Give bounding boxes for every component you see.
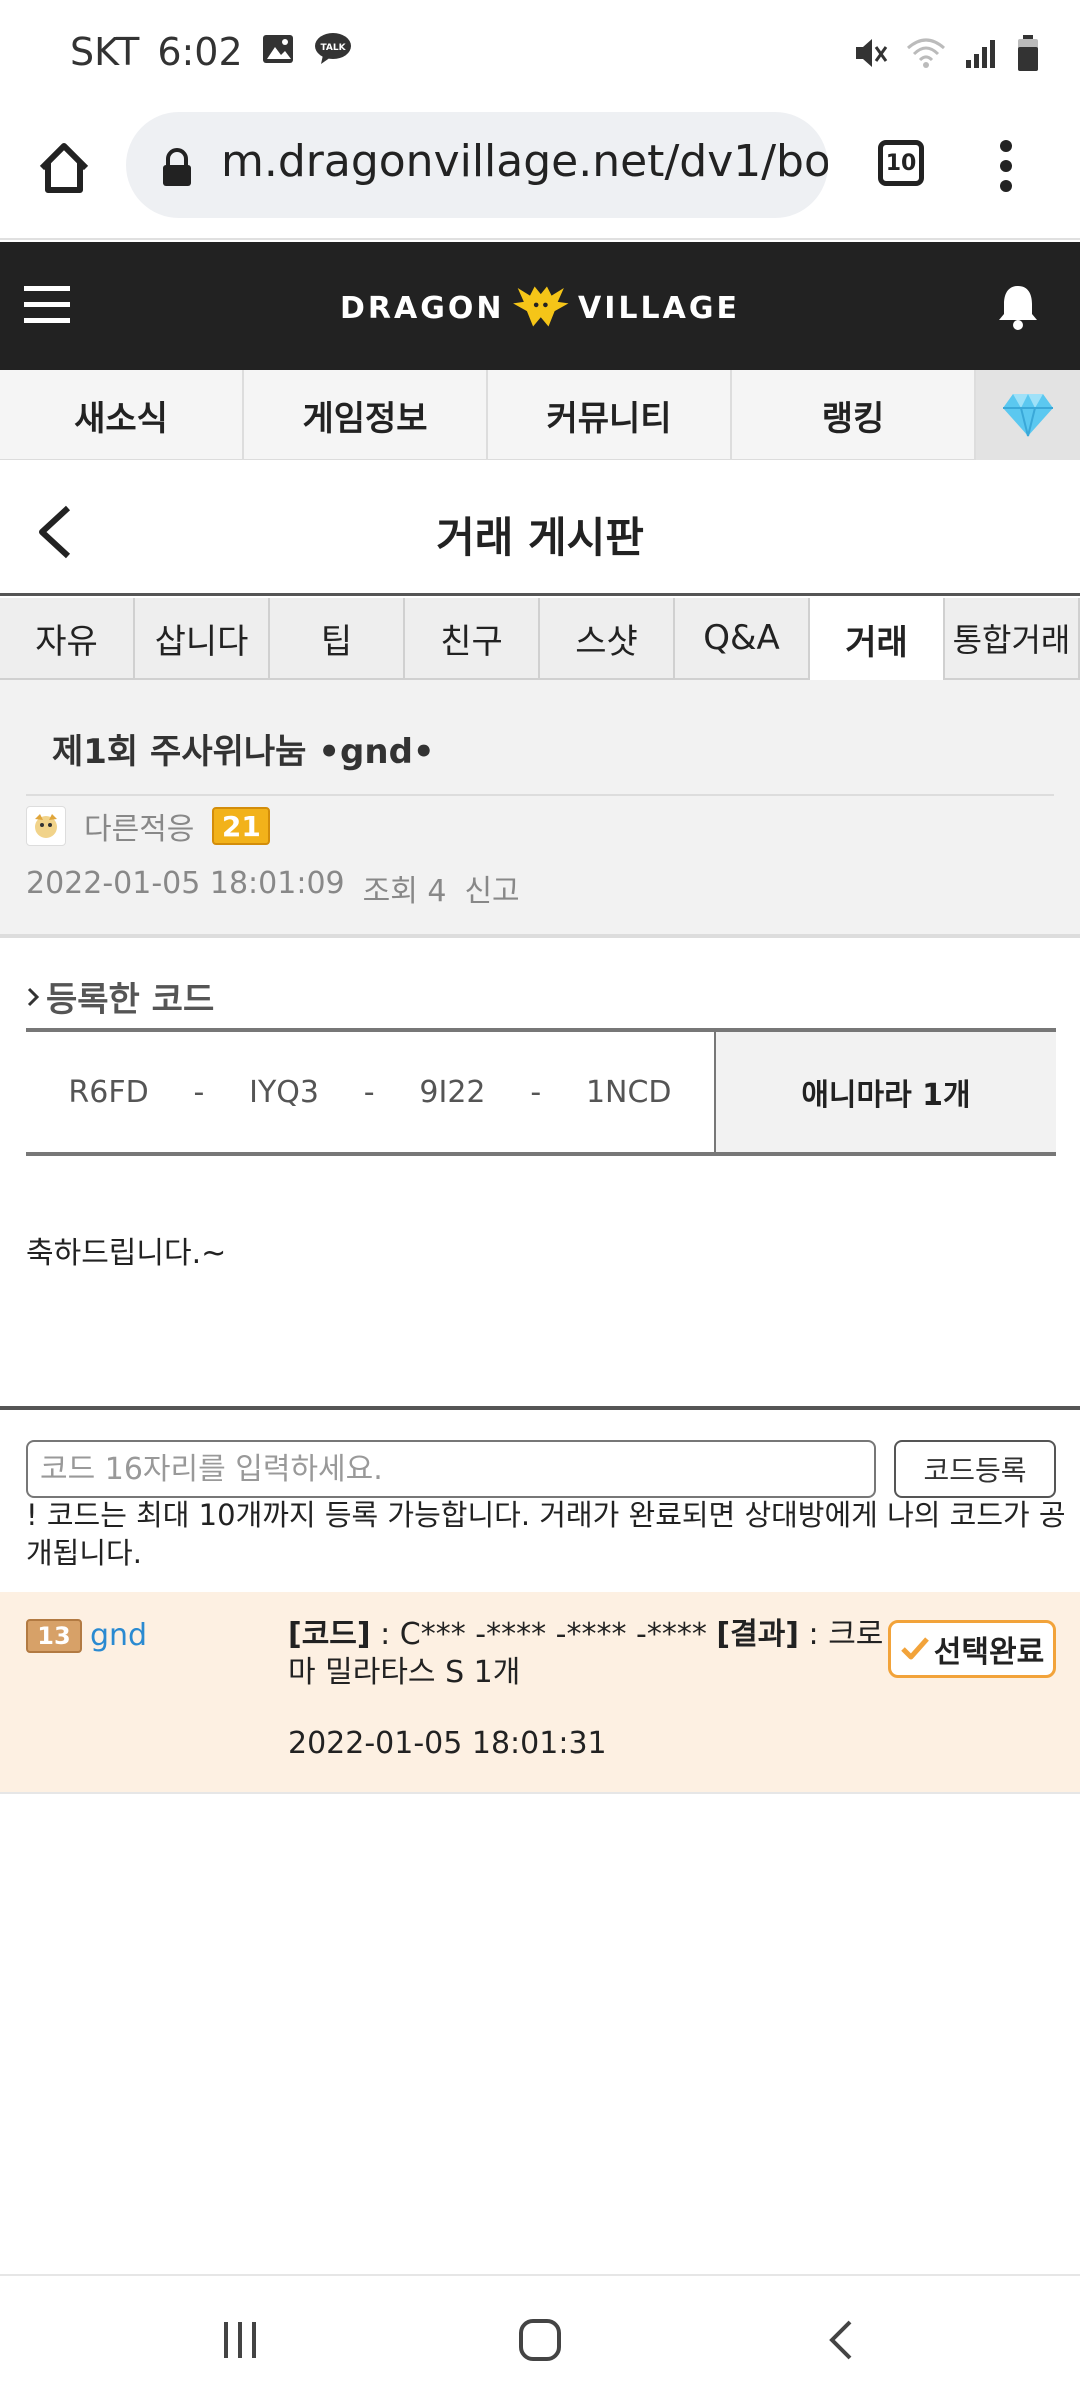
post-header: 제1회 주사위나눔 •gnd• 다른적응 21 2022-01-05 18:01… <box>0 680 1080 938</box>
select-complete-label: 선택완료 <box>933 1635 1045 1670</box>
status-right <box>852 34 1040 76</box>
code-input-section: 코드등록 ! 코드는 최대 10개까지 등록 가능합니다. 거래가 완료되면 상… <box>0 1406 1080 1592</box>
registered-code-label: 등록한 코드 <box>46 980 215 1020</box>
comment-code-label: [코드] <box>288 1617 371 1652</box>
post-date: 2022-01-05 18:01:09 <box>26 866 345 901</box>
post-body: 축하드립니다.~ <box>26 1236 227 1271</box>
check-icon <box>901 1637 929 1660</box>
main-nav-ranking[interactable]: 랭킹 <box>732 370 976 460</box>
diamond-icon <box>1003 394 1053 437</box>
notifications-button[interactable] <box>996 282 1040 330</box>
tab-count: 10 <box>885 150 917 176</box>
author-row: 다른적응 21 <box>26 804 271 848</box>
code-part: 9I22 <box>419 1074 486 1110</box>
avatar[interactable] <box>26 806 66 846</box>
main-nav-gem[interactable] <box>976 370 1080 460</box>
comment-author: 13 gnd <box>26 1618 147 1653</box>
post-title: 제1회 주사위나눔 •gnd• <box>52 732 435 772</box>
author-level-badge: 21 <box>212 807 271 845</box>
registered-code-box: R6FD - IYQ3 - 9I22 - 1NCD 애니마라 1개 <box>26 1028 1056 1156</box>
page-title: 거래 게시판 <box>436 513 644 562</box>
wifi-icon <box>906 36 946 74</box>
browser-home-button[interactable] <box>34 138 94 198</box>
page-title-bar: 거래 게시판 <box>0 460 1080 596</box>
board-tab-buy[interactable]: 삽니다 <box>135 598 270 680</box>
register-code-button[interactable]: 코드등록 <box>894 1440 1056 1498</box>
board-tab-trade[interactable]: 거래 <box>810 598 945 680</box>
status-left: SKT 6:02 TALK <box>70 30 353 74</box>
status-bar: SKT 6:02 TALK <box>0 0 1080 110</box>
board-tab-tip[interactable]: 팁 <box>270 598 405 680</box>
divider <box>26 794 1054 796</box>
code-separator: - <box>530 1074 542 1110</box>
code-separator: - <box>193 1074 205 1110</box>
comment-result-label: [결과] <box>716 1617 800 1652</box>
tab-switcher-button[interactable]: 10 <box>878 140 924 186</box>
system-back-button[interactable] <box>826 2318 856 2362</box>
code-input[interactable] <box>26 1440 876 1498</box>
bell-icon <box>999 286 1037 330</box>
site-header: DRAGON VILLAGE <box>0 242 1080 370</box>
logo-text-right: VILLAGE <box>578 290 740 326</box>
more-vert-icon <box>1000 140 1012 192</box>
battery-icon <box>1016 34 1040 76</box>
board-tab-free[interactable]: 자유 <box>0 598 135 680</box>
board-tab-qna[interactable]: Q&A <box>675 598 810 680</box>
recents-button[interactable] <box>220 2320 260 2360</box>
site-menu-button[interactable] <box>24 284 70 324</box>
comment-date: 2022-01-05 18:01:31 <box>288 1726 607 1761</box>
clock: 6:02 <box>157 30 243 74</box>
board-tab-friend[interactable]: 친구 <box>405 598 540 680</box>
comment-code-value: : C*** -**** -**** -**** <box>370 1617 707 1652</box>
dragon-emblem-icon <box>513 286 569 327</box>
url-text: m.dragonvillage.net/dv1/boa <box>221 136 828 187</box>
comment-text: [코드] : C*** -**** -**** -**** [결과] : 크로마… <box>288 1616 888 1692</box>
gallery-notification-icon <box>261 30 295 74</box>
code-separator: - <box>363 1074 375 1110</box>
main-nav-community[interactable]: 커뮤니티 <box>488 370 732 460</box>
recents-icon <box>224 2322 256 2358</box>
code-notice: ! 코드는 최대 10개까지 등록 가능합니다. 거래가 완료되면 상대방에게 … <box>26 1498 1066 1570</box>
code-values: R6FD - IYQ3 - 9I22 - 1NCD <box>26 1032 716 1152</box>
back-chevron-icon <box>829 2320 852 2360</box>
kakaotalk-notification-icon: TALK <box>313 30 353 74</box>
board-tab-screenshot[interactable]: 스샷 <box>540 598 675 680</box>
main-nav-news[interactable]: 새소식 <box>0 370 244 460</box>
post-views: 조회 4 <box>362 874 447 909</box>
code-reward: 애니마라 1개 <box>716 1032 1056 1152</box>
address-bar[interactable]: m.dragonvillage.net/dv1/boa <box>126 112 828 218</box>
registered-code-heading: 등록한 코드 <box>26 972 214 1021</box>
code-part: R6FD <box>68 1074 149 1110</box>
home-circle-icon <box>519 2319 561 2361</box>
carrier-label: SKT <box>70 30 140 74</box>
board-tabs: 자유 삽니다 팁 친구 스샷 Q&A 거래 통합거래 <box>0 598 1080 680</box>
system-nav-bar <box>0 2274 1080 2400</box>
signal-icon <box>964 36 998 74</box>
select-complete-button[interactable]: 선택완료 <box>888 1620 1056 1678</box>
author-name[interactable]: 다른적응 <box>84 804 194 848</box>
svg-text:TALK: TALK <box>320 43 346 53</box>
mute-icon <box>852 35 888 75</box>
board-tab-integrated-trade[interactable]: 통합거래 <box>945 598 1080 680</box>
system-home-button[interactable] <box>518 2318 562 2362</box>
comment-level-badge: 13 <box>26 1618 82 1653</box>
home-icon <box>39 143 89 193</box>
site-logo[interactable]: DRAGON VILLAGE <box>340 278 740 338</box>
hamburger-icon <box>24 286 70 323</box>
chevron-right-icon <box>27 987 40 1006</box>
lock-icon <box>160 148 194 192</box>
comment-author-name[interactable]: gnd <box>90 1618 147 1653</box>
comment-row: 13 gnd [코드] : C*** -**** -**** -**** [결과… <box>0 1592 1080 1794</box>
post-meta: 2022-01-05 18:01:09 조회 4 신고 <box>26 866 520 910</box>
logo-text-left: DRAGON <box>340 290 505 326</box>
report-link[interactable]: 신고 <box>464 866 519 910</box>
code-part: IYQ3 <box>249 1074 319 1110</box>
browser-toolbar: m.dragonvillage.net/dv1/boa 10 <box>0 110 1080 240</box>
main-nav: 새소식 게임정보 커뮤니티 랭킹 <box>0 370 1080 460</box>
main-nav-game-info[interactable]: 게임정보 <box>244 370 488 460</box>
avatar-dragon-icon <box>35 814 57 838</box>
browser-menu-button[interactable] <box>998 138 1014 194</box>
code-part: 1NCD <box>585 1074 672 1110</box>
